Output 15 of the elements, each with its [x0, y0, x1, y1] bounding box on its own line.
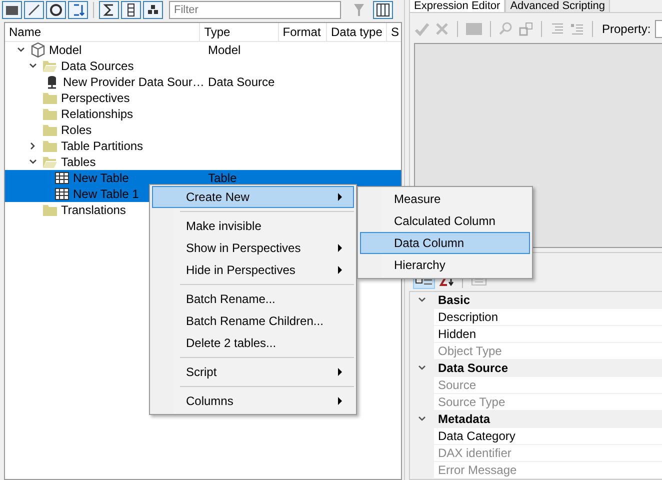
item-name: New Provider Data Sour…: [63, 75, 204, 89]
item-name: Model: [49, 43, 82, 57]
item-name: New Table: [73, 171, 129, 185]
item-type: Data Source: [208, 75, 275, 89]
item-name: Table Partitions: [61, 139, 144, 153]
item-name: New Table 1: [73, 187, 139, 201]
item-name: Perspectives: [61, 91, 130, 105]
item-name: Tables: [61, 155, 96, 169]
item-name: Relationships: [61, 107, 134, 121]
property-label: Property:: [602, 22, 651, 36]
item-name: Data Sources: [61, 59, 134, 73]
item-type: Table: [208, 171, 237, 185]
item-type: Model: [208, 43, 241, 57]
item-name: Translations: [61, 203, 126, 217]
item-name: Roles: [61, 123, 92, 137]
